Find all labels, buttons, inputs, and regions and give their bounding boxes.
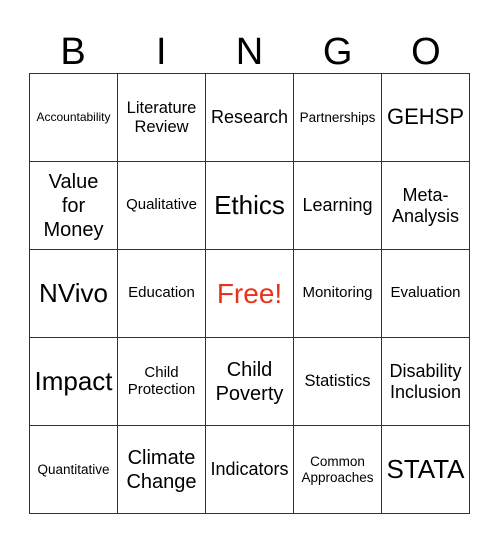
cell-label: Child Poverty xyxy=(215,358,284,405)
bingo-cell-r2c3[interactable]: Monitoring xyxy=(294,250,382,338)
cell-label: Accountability xyxy=(36,109,111,124)
cell-label: Climate Change xyxy=(126,446,197,493)
bingo-cell-r0c1[interactable]: Literature Review xyxy=(118,74,206,162)
bingo-cell-r1c1[interactable]: Qualitative xyxy=(118,162,206,250)
cell-label: Qualitative xyxy=(126,196,197,214)
cell-label: Impact xyxy=(34,365,113,396)
bingo-cell-r4c2[interactable]: Indicators xyxy=(206,426,294,514)
bingo-grid: Accountability Literature Review Researc… xyxy=(29,73,470,514)
cell-label: Indicators xyxy=(210,459,289,480)
bingo-cell-r4c0[interactable]: Quantitative xyxy=(30,426,118,514)
free-space-label: Free! xyxy=(216,277,283,309)
bingo-cell-r3c1[interactable]: Child Protection xyxy=(118,338,206,426)
cell-label: Literature Review xyxy=(126,99,197,136)
bingo-card: B I N G O Accountability Literature Revi… xyxy=(0,0,500,544)
cell-label: GEHSP xyxy=(386,104,465,130)
cell-label: Partnerships xyxy=(299,109,376,125)
cell-label: Common Approaches xyxy=(301,454,374,485)
bingo-cell-r0c2[interactable]: Research xyxy=(206,74,294,162)
bingo-cell-r3c4[interactable]: Disability Inclusion xyxy=(382,338,470,426)
cell-label: Child Protection xyxy=(127,363,196,398)
cell-label: STATA xyxy=(386,453,465,484)
bingo-cell-free-space[interactable]: Free! xyxy=(206,250,294,338)
bingo-cell-r4c4[interactable]: STATA xyxy=(382,426,470,514)
cell-label: Research xyxy=(210,107,289,128)
bingo-cell-r1c2[interactable]: Ethics xyxy=(206,162,294,250)
bingo-cell-r2c1[interactable]: Education xyxy=(118,250,206,338)
cell-label: Statistics xyxy=(304,372,371,391)
cell-label: Value for Money xyxy=(43,170,104,241)
bingo-cell-r2c0[interactable]: NVivo xyxy=(30,250,118,338)
cell-label: Meta- Analysis xyxy=(391,185,460,226)
header-letter-i: I xyxy=(156,31,167,73)
bingo-cell-r3c2[interactable]: Child Poverty xyxy=(206,338,294,426)
cell-label: Quantitative xyxy=(37,461,110,477)
bingo-cell-r0c4[interactable]: GEHSP xyxy=(382,74,470,162)
bingo-cell-r4c3[interactable]: Common Approaches xyxy=(294,426,382,514)
header-letter-n: N xyxy=(235,31,264,73)
cell-label: Monitoring xyxy=(302,284,373,302)
cell-label: Learning xyxy=(302,195,373,216)
bingo-header: B I N G O xyxy=(29,26,470,73)
header-letter-b: B xyxy=(60,31,86,73)
bingo-cell-r1c4[interactable]: Meta- Analysis xyxy=(382,162,470,250)
bingo-cell-r1c0[interactable]: Value for Money xyxy=(30,162,118,250)
cell-label: Evaluation xyxy=(390,284,461,302)
bingo-cell-r3c3[interactable]: Statistics xyxy=(294,338,382,426)
bingo-cell-r1c3[interactable]: Learning xyxy=(294,162,382,250)
header-letter-g: G xyxy=(322,31,353,73)
bingo-cell-r2c4[interactable]: Evaluation xyxy=(382,250,470,338)
bingo-cell-r0c0[interactable]: Accountability xyxy=(30,74,118,162)
header-letter-o: O xyxy=(411,31,441,73)
cell-label: Ethics xyxy=(214,189,285,220)
cell-label: NVivo xyxy=(39,277,108,308)
bingo-cell-r0c3[interactable]: Partnerships xyxy=(294,74,382,162)
bingo-cell-r3c0[interactable]: Impact xyxy=(30,338,118,426)
bingo-cell-r4c1[interactable]: Climate Change xyxy=(118,426,206,514)
cell-label: Disability Inclusion xyxy=(389,361,462,402)
cell-label: Education xyxy=(128,284,195,302)
